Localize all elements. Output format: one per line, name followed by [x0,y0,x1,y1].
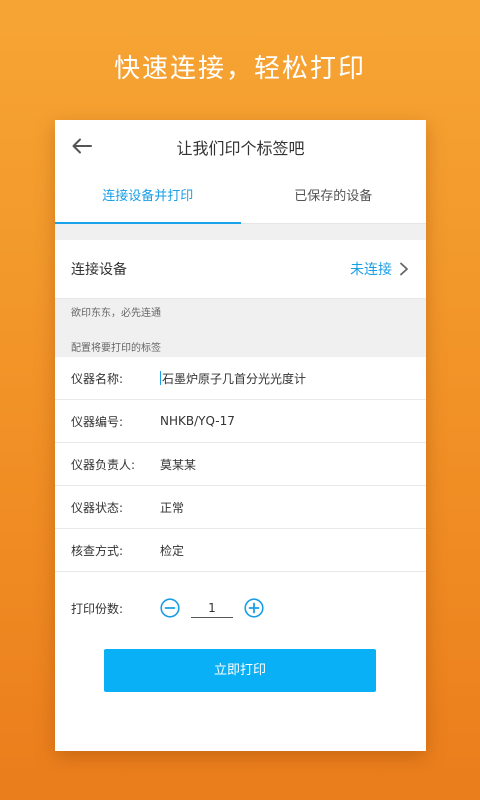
instrument-number-label: 仪器编号: [71,414,124,429]
tab-saved-devices[interactable]: 已保存的设备 [241,172,427,223]
connection-status: 未连接 [350,262,392,278]
field-row-check-method: 核查方式: [55,529,426,572]
title-bar: 让我们印个标签吧 [55,120,426,172]
quantity-stepper [160,598,264,618]
field-row-instrument-owner: 仪器负责人: [55,443,426,486]
instrument-owner-input[interactable] [160,457,410,471]
headline: 快速连接，轻松打印 [113,54,366,84]
page-title: 让我们印个标签吧 [176,139,305,158]
print-now-button[interactable]: 立即打印 [104,649,376,692]
check-method-input[interactable] [160,543,410,557]
connect-hint: 欲印东东，必先连通 [71,308,161,319]
label-config-heading: 配置将要打印的标签 [71,343,161,354]
tab-connect-and-print[interactable]: 连接设备并打印 [55,172,241,224]
instrument-name-input[interactable] [162,371,410,385]
copies-label: 打印份数: [71,601,124,616]
copies-row: 打印份数: [55,572,426,644]
minus-circle-icon[interactable] [160,598,180,618]
connect-device-row[interactable]: 连接设备 未连接 [55,240,426,299]
tab-bar: 连接设备并打印 已保存的设备 [55,172,426,224]
label-print-card: 让我们印个标签吧 连接设备并打印 已保存的设备 连接设备 未连接 欲印东东，必先… [55,120,426,751]
field-row-instrument-number: 仪器编号: [55,400,426,443]
notes-block: 欲印东东，必先连通 配置将要打印的标签 [55,299,426,357]
chevron-right-icon [400,262,408,276]
instrument-owner-label: 仪器负责人: [71,457,136,472]
text-caret [160,371,161,385]
instrument-number-input[interactable] [160,414,410,428]
check-method-label: 核查方式: [71,543,124,558]
field-row-instrument-name: 仪器名称: [55,357,426,400]
section-gap [55,224,426,240]
instrument-status-input[interactable] [160,500,410,514]
plus-circle-icon[interactable] [244,598,264,618]
connect-device-label: 连接设备 [71,262,127,278]
instrument-status-label: 仪器状态: [71,500,124,515]
field-row-instrument-status: 仪器状态: [55,486,426,529]
instrument-name-label: 仪器名称: [71,371,124,386]
copies-input[interactable] [191,598,233,618]
